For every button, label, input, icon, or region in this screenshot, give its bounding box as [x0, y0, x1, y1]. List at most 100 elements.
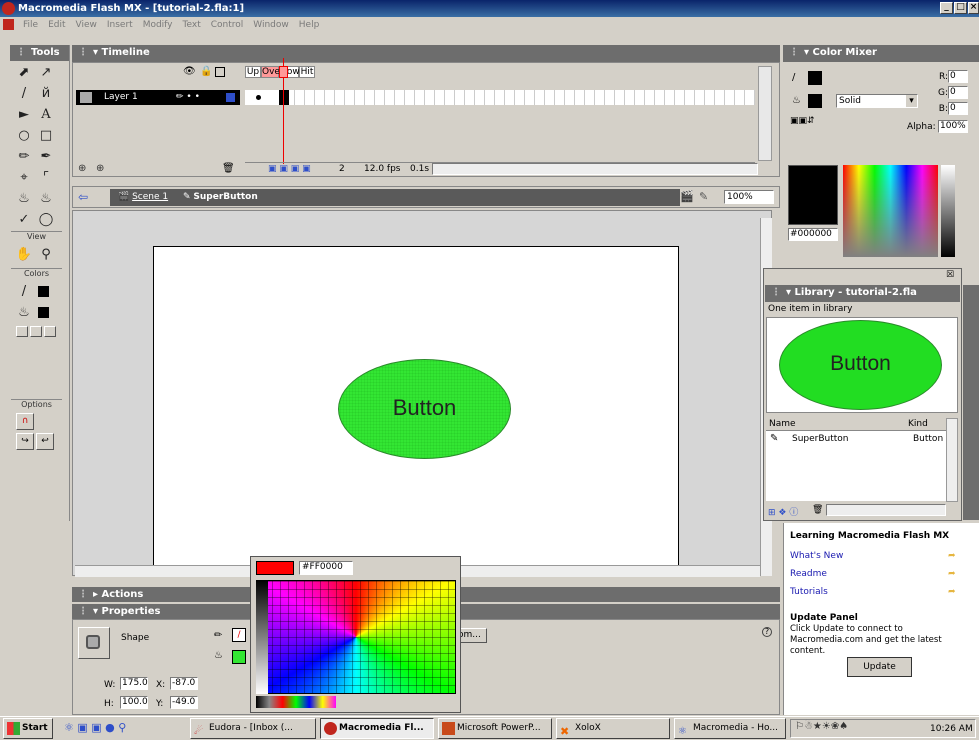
insert-layer-icon[interactable]: ⊕ — [78, 163, 86, 174]
frame-label-over[interactable]: Over — [261, 66, 284, 78]
mixer-fill-swatch[interactable] — [808, 94, 822, 108]
menu-edit[interactable]: Edit — [48, 20, 65, 30]
scene-link[interactable]: Scene 1 — [132, 192, 168, 202]
height-field[interactable]: 100.0 — [120, 696, 148, 709]
task-eudora[interactable]: ☄ Eudora - [Inbox (... — [190, 718, 316, 739]
paint-bucket-tool-icon[interactable]: ♨ — [36, 189, 56, 209]
eyedropper-tool-icon[interactable]: ✓ — [14, 210, 34, 230]
playhead-handle[interactable] — [279, 66, 288, 78]
library-col-name[interactable]: Name — [769, 419, 796, 429]
readme-arrow-icon[interactable]: ➦ — [948, 569, 960, 579]
restore-button[interactable]: □ — [954, 2, 967, 14]
outline-icon[interactable] — [215, 67, 225, 77]
help-icon[interactable]: ? — [762, 627, 772, 637]
show-hide-eye-icon[interactable]: 👁 — [183, 66, 196, 77]
whats-new-arrow-icon[interactable]: ➦ — [948, 551, 960, 561]
hand-tool-icon[interactable]: ✋ — [14, 245, 34, 265]
fill-style-select[interactable]: Solid ▾ — [836, 94, 918, 108]
swatch-grays-column[interactable] — [256, 580, 268, 694]
zoom-tool-icon[interactable]: ⚲ — [36, 245, 56, 265]
pen-tool-icon[interactable]: ► — [14, 105, 34, 125]
start-button[interactable]: Start — [3, 718, 53, 739]
library-vscrollbar[interactable] — [946, 418, 958, 502]
frame-strip[interactable] — [245, 90, 755, 105]
menu-text[interactable]: Text — [183, 20, 201, 30]
y-field[interactable]: -49.0 — [170, 696, 198, 709]
frame-label-up[interactable]: Up — [245, 66, 261, 78]
library-delete-icon[interactable]: 🗑 — [812, 505, 823, 515]
width-field[interactable]: 175.0 — [120, 677, 148, 690]
link-whats-new[interactable]: What's New — [790, 551, 843, 561]
menu-help[interactable]: Help — [299, 20, 320, 30]
onion-skin-icons[interactable]: ▣ ▣ ▣ ▣ — [268, 164, 311, 174]
fill-color-swatch[interactable] — [38, 307, 49, 318]
quick-launch-icons[interactable]: ⚛ ▣ ▣ ● ⚲ — [64, 721, 126, 734]
stroke-color-swatch[interactable] — [38, 286, 49, 297]
eraser-tool-icon[interactable]: ◯ — [36, 210, 56, 230]
menu-insert[interactable]: Insert — [107, 20, 133, 30]
g-field[interactable]: 0 — [948, 86, 968, 99]
timeline-hscrollbar[interactable] — [432, 163, 758, 175]
zoom-select[interactable]: 100% — [724, 190, 774, 204]
line-tool-icon[interactable]: / — [14, 84, 34, 104]
new-symbol-icon[interactable]: ⊞ ❖ ⓘ — [768, 505, 798, 518]
oval-tool-icon[interactable]: ○ — [14, 126, 34, 146]
fill-color-green-swatch[interactable] — [232, 650, 246, 664]
color-mixer-header[interactable]: ⋮ ▾ Color Mixer — [783, 45, 979, 62]
library-header[interactable]: ⋮ ▾ Library - tutorial-2.fla — [765, 285, 960, 302]
link-readme[interactable]: Readme — [790, 569, 827, 579]
layer-row-selected[interactable]: Layer 1 ✏ • • — [76, 90, 240, 105]
task-macromedia-home[interactable]: ⚛ Macromedia - Ho... — [674, 718, 786, 739]
add-motion-guide-icon[interactable]: ⊕ — [96, 163, 104, 174]
default-colors-icon[interactable] — [16, 326, 28, 337]
x-field[interactable]: -87.0 — [170, 677, 198, 690]
close-button[interactable]: × — [968, 2, 979, 14]
magnet-snap-icon[interactable]: ∩ — [16, 413, 34, 430]
task-powerpoint[interactable]: Microsoft PowerP... — [438, 718, 552, 739]
mixer-swap-icons[interactable]: ▣▣⇵ — [790, 116, 815, 126]
menu-window[interactable]: Window — [253, 20, 289, 30]
menu-modify[interactable]: Modify — [143, 20, 173, 30]
alpha-field[interactable]: 100% — [938, 120, 968, 133]
stage-button-text[interactable]: Button — [338, 395, 511, 421]
frame-label-hit[interactable]: Hit — [299, 66, 315, 78]
b-field[interactable]: 0 — [948, 102, 968, 115]
back-arrow-icon[interactable]: ⇦ — [78, 190, 88, 204]
delete-layer-icon[interactable]: 🗑 — [222, 163, 235, 174]
straighten-icon[interactable]: ↩ — [36, 433, 54, 450]
menu-control[interactable]: Control — [211, 20, 244, 30]
brush-tool-icon[interactable]: ✒ — [36, 147, 56, 167]
color-spectrum[interactable] — [843, 165, 938, 257]
library-col-kind[interactable]: Kind — [908, 419, 928, 429]
task-xolox[interactable]: ✖ XoloX — [556, 718, 670, 739]
pencil-tool-icon[interactable]: ✏ — [14, 147, 34, 167]
menu-view[interactable]: View — [76, 20, 97, 30]
link-tutorials[interactable]: Tutorials — [790, 587, 828, 597]
tray-icons[interactable]: ⚐☃★☀❀♠ — [795, 721, 848, 732]
subselect-tool-icon[interactable]: ↗ — [36, 63, 56, 83]
lasso-tool-icon[interactable]: й — [36, 84, 56, 104]
fill-transform-tool-icon[interactable]: ⌜ — [36, 168, 56, 188]
menu-file[interactable]: File — [23, 20, 38, 30]
timeline-header[interactable]: ⋮ ▾ Timeline — [72, 45, 780, 62]
stroke-color-none-swatch[interactable]: / — [232, 628, 246, 642]
mixer-hex-field[interactable]: #000000 — [788, 228, 838, 241]
library-hscrollbar[interactable] — [826, 504, 946, 516]
swatch-gradients-row[interactable] — [256, 696, 336, 708]
mixer-stroke-swatch[interactable] — [808, 71, 822, 85]
brightness-slider[interactable] — [941, 165, 955, 257]
ink-bottle-tool-icon[interactable]: ♨ — [14, 189, 34, 209]
edit-symbols-icon[interactable]: ✎ — [699, 190, 708, 203]
edit-scene-icon[interactable]: 🎬 — [680, 190, 694, 203]
free-transform-tool-icon[interactable]: ⌖ — [14, 168, 34, 188]
timeline-vscrollbar[interactable] — [758, 66, 772, 161]
rectangle-tool-icon[interactable]: □ — [36, 126, 56, 146]
text-tool-icon[interactable]: A — [36, 105, 56, 125]
arrow-tool-icon[interactable]: ⬈ — [14, 63, 34, 83]
swatch-hex-field[interactable]: #FF0000 — [299, 561, 353, 575]
minimize-button[interactable]: _ — [940, 2, 953, 14]
r-field[interactable]: 0 — [948, 70, 968, 83]
lock-icon[interactable]: 🔒 — [200, 66, 212, 77]
swap-colors-icon[interactable] — [44, 326, 56, 337]
library-close-icon[interactable]: ☒ — [946, 270, 954, 280]
